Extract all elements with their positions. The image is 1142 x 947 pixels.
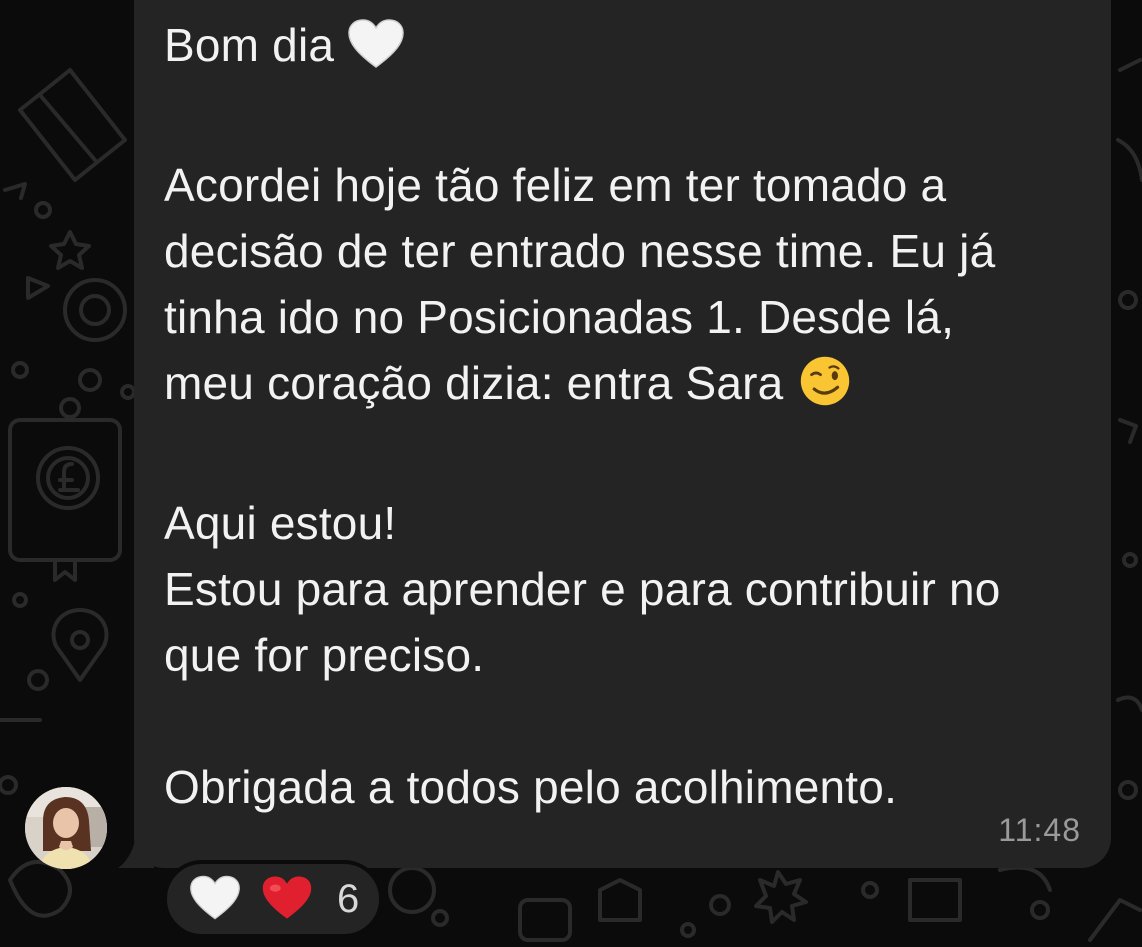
reaction-count: 6 bbox=[337, 876, 360, 921]
white-heart-icon bbox=[347, 19, 405, 86]
paragraph-1-line-2: decisão de ter entrado nesse time. Eu já bbox=[164, 225, 996, 277]
message-text: Bom dia Acordei hoje tão feliz em ter to… bbox=[164, 12, 1094, 820]
paragraph-2-line-1: Aqui estou! bbox=[164, 497, 397, 549]
greeting-text: Bom dia bbox=[164, 19, 335, 71]
paragraph-1-line-3: tinha ido no Posicionadas 1. Desde lá, bbox=[164, 291, 955, 343]
paragraph-1-line-4: meu coração dizia: entra Sara bbox=[164, 357, 784, 409]
avatar-photo-icon bbox=[25, 787, 107, 869]
paragraph-3-line-1: Obrigada a todos pelo acolhimento. bbox=[164, 761, 898, 813]
paragraph-2-line-2: Estou para aprender e para contribuir no bbox=[164, 563, 1001, 615]
sender-avatar[interactable] bbox=[25, 787, 107, 869]
reactions-pill[interactable]: 6 bbox=[163, 860, 383, 938]
message-timestamp: 11:48 bbox=[998, 812, 1081, 848]
message-bubble-tail bbox=[118, 836, 154, 868]
red-heart-icon bbox=[261, 875, 313, 923]
white-heart-icon bbox=[189, 875, 241, 923]
paragraph-2-line-3: que for preciso. bbox=[164, 629, 485, 681]
paragraph-1-line-1: Acordei hoje tão feliz em ter tomado a bbox=[164, 159, 947, 211]
winking-face-icon bbox=[796, 355, 854, 424]
